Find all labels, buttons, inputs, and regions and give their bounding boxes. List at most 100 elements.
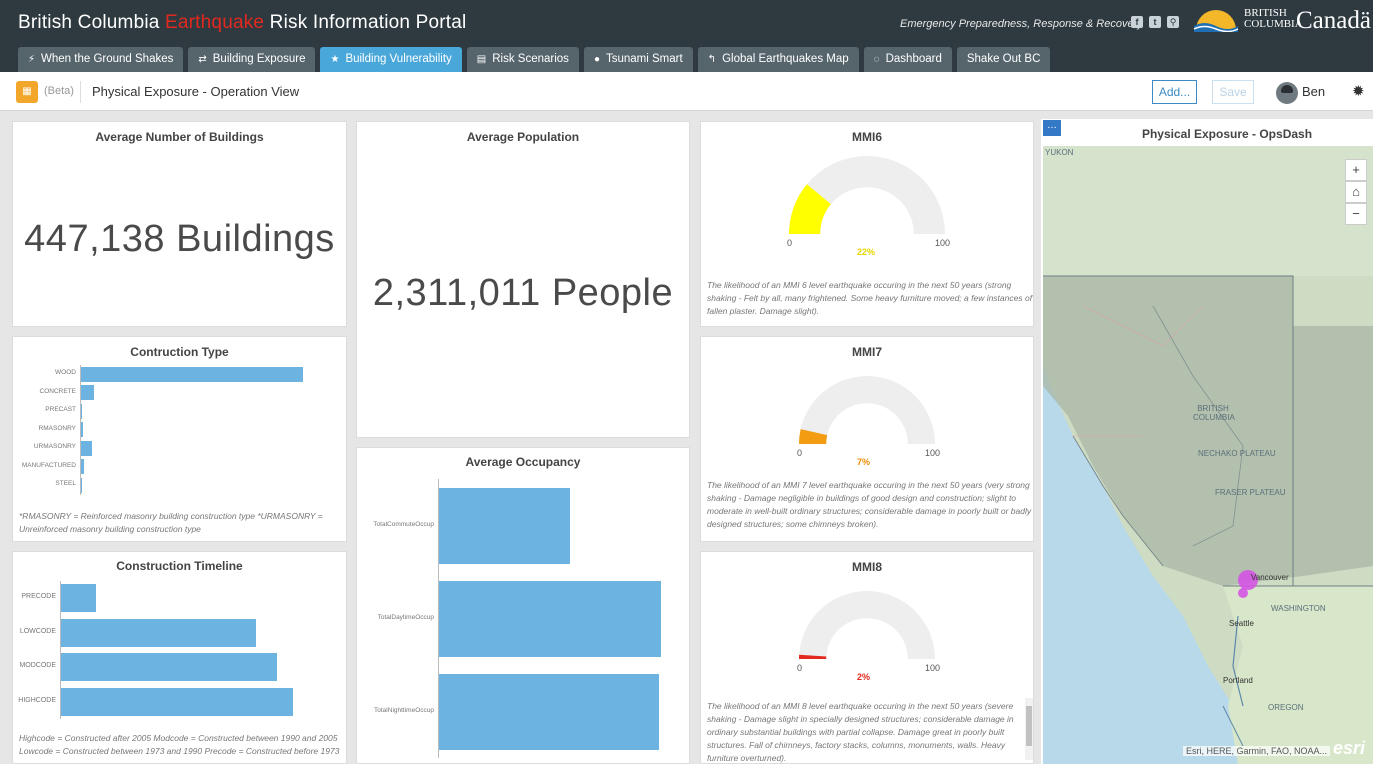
- settings-gear-icon[interactable]: ✹: [1352, 82, 1365, 100]
- app-toolbar: ▦ (Beta) Physical Exposure - Operation V…: [0, 72, 1373, 111]
- gauge-description: The likelihood of an MMI 7 level earthqu…: [707, 480, 1032, 529]
- tab-label: Shake Out BC: [966, 53, 1041, 65]
- gauge-track: [799, 591, 935, 659]
- user-name[interactable]: Ben: [1302, 84, 1325, 99]
- panel-title: Average Occupancy: [465, 455, 581, 469]
- esri-logo: esri: [1333, 738, 1366, 758]
- tab-when-the-ground-shakes[interactable]: ⚡ When the Ground Shakes: [18, 47, 184, 72]
- map-label-oregon: OREGON: [1268, 703, 1304, 712]
- bar-modcode[interactable]: [61, 653, 277, 682]
- toolbar-divider: [80, 81, 81, 103]
- map-label-washington: WASHINGTON: [1271, 604, 1326, 613]
- map-label-fraser-plateau: FRASER PLATEAU: [1215, 488, 1286, 497]
- panel-title: Contruction Type: [130, 345, 229, 359]
- tab-dashboard[interactable]: ◌ Dashboard: [863, 47, 952, 72]
- bc-sun-logo-icon: [1193, 10, 1239, 32]
- map-label-portland: Portland: [1223, 676, 1253, 685]
- tab-label: Tsunami Smart: [605, 53, 683, 65]
- bar-concrete[interactable]: [81, 385, 95, 401]
- map-attribution: Esri, HERE, Garmin, FAO, NOAA...: [1183, 746, 1331, 756]
- bar-totalcommuteoccup[interactable]: [439, 487, 570, 564]
- gauge-panel-mmi8: MMI8 0 100 2% The likelihood of an MMI 8 lev…: [700, 551, 1034, 764]
- bar-totalnighttimeoccup[interactable]: [439, 673, 659, 750]
- bar-label: LOWCODE: [19, 627, 56, 635]
- bar-totaldaytimeoccup[interactable]: [439, 580, 661, 657]
- tagline-link[interactable]: Emergency Preparedness, Response & Recov…: [900, 18, 1143, 30]
- gauge-min-label: 0: [797, 663, 803, 673]
- gov-name-line2: COLUMBIA: [1244, 18, 1303, 30]
- user-avatar[interactable]: [1276, 82, 1298, 104]
- zoom-in-button[interactable]: +: [1345, 159, 1367, 181]
- map-view[interactable]: YUKON BRITISH COLUMBIA NECHAKO PLATEAU F…: [1043, 146, 1373, 764]
- save-button[interactable]: Save: [1212, 80, 1254, 104]
- twitter-icon[interactable]: t: [1149, 16, 1161, 28]
- star-icon: ★: [330, 54, 340, 65]
- map-label-yukon: YUKON: [1045, 148, 1074, 157]
- signpost-icon: ↰: [707, 54, 717, 65]
- lightbulb-icon: ●: [593, 54, 600, 65]
- top-header-bar: British Columbia Earthquake Risk Informa…: [0, 0, 1373, 72]
- map-panel: … Physical Exposure - OpsDash YUKON BRIT…: [1041, 119, 1373, 764]
- tab-label: Global Earthquakes Map: [722, 53, 849, 65]
- bar-precode[interactable]: [61, 584, 97, 613]
- tab-label: Dashboard: [885, 53, 942, 65]
- bar-label: STEEL: [55, 480, 76, 488]
- bar-label: URMASONRY: [33, 443, 76, 451]
- bar-label: TotalNighttimeOccup: [374, 706, 434, 714]
- bar-manufactured[interactable]: [81, 459, 85, 475]
- gauge-max-label: 100: [925, 448, 941, 458]
- tab-tsunami-smart[interactable]: ● Tsunami Smart: [583, 47, 693, 72]
- bar-urmasonry[interactable]: [81, 440, 93, 456]
- bar-label: RMASONRY: [38, 424, 76, 432]
- home-extent-icon[interactable]: ⌂: [1345, 181, 1367, 203]
- add-button[interactable]: Add...: [1152, 80, 1197, 104]
- tab-shake-out-bc[interactable]: Shake Out BC: [956, 47, 1051, 72]
- share-link-icon[interactable]: ⚲: [1167, 16, 1179, 28]
- bar-label: PRECODE: [21, 593, 56, 601]
- map-label-vancouver: Vancouver: [1251, 573, 1289, 582]
- facebook-icon[interactable]: f: [1131, 16, 1143, 28]
- gauge-description: The likelihood of an MMI 8 level earthqu…: [707, 701, 1014, 763]
- gauge-min-label: 0: [787, 238, 793, 248]
- map-menu-button[interactable]: …: [1043, 120, 1061, 136]
- bar-rmasonry[interactable]: [81, 422, 84, 438]
- population-indicator-panel: Average Population 2,311,011 People: [356, 121, 690, 438]
- tab-label: Risk Scenarios: [492, 53, 569, 65]
- buildings-indicator-panel: Average Number of Buildings 447,138 Buil…: [12, 121, 347, 327]
- tab-risk-scenarios[interactable]: ▤ Risk Scenarios: [466, 47, 579, 72]
- bar-wood[interactable]: [81, 366, 303, 382]
- panel-scrollbar[interactable]: [1025, 698, 1033, 760]
- operations-dashboard-logo-icon: ▦: [16, 81, 38, 103]
- portal-title-part2: Risk Information Portal: [264, 12, 467, 33]
- bar-steel[interactable]: [81, 477, 83, 493]
- document-icon: ▤: [476, 54, 487, 65]
- gauge-value-label: 22%: [857, 247, 876, 257]
- gauge-panel-mmi7: MMI7 0 100 7% The likelihood of an MMI 7 lev…: [700, 336, 1034, 542]
- canada-wordmark: Canadä: [1296, 7, 1371, 34]
- portal-title-part1: British Columbia: [18, 12, 166, 33]
- bar-label: TotalDaytimeOccup: [377, 613, 434, 621]
- bar-highcode[interactable]: [61, 687, 293, 716]
- bar-label: PRECAST: [45, 406, 76, 414]
- portal-title-accent: Earthquake: [165, 12, 265, 33]
- gauge-value-label: 2%: [857, 672, 871, 682]
- bar-lowcode[interactable]: [61, 618, 256, 647]
- gauge-value-label: 7%: [857, 457, 871, 467]
- zoom-out-button[interactable]: −: [1345, 203, 1367, 225]
- bar-precast[interactable]: [81, 403, 83, 419]
- tab-label: Building Vulnerability: [345, 53, 452, 65]
- bar-label: TotalCommuteOccup: [373, 520, 434, 528]
- population-value: 2,311,011 People: [372, 272, 674, 314]
- scrollbar-thumb[interactable]: [1026, 706, 1032, 746]
- nav-tabs: ⚡ When the Ground Shakes ⇄ Building Exposur…: [18, 47, 1051, 72]
- tab-label: Building Exposure: [212, 53, 306, 65]
- gauge-min-label: 0: [797, 448, 803, 458]
- gauge-max-label: 100: [925, 663, 941, 673]
- tab-label: When the Ground Shakes: [41, 53, 174, 65]
- social-links: f t ⚲: [1131, 16, 1179, 28]
- gauge-mmi6: [789, 156, 945, 234]
- tab-building-exposure[interactable]: ⇄ Building Exposure: [188, 47, 316, 72]
- bar-label: WOOD: [55, 369, 76, 377]
- tab-global-earthquakes-map[interactable]: ↰ Global Earthquakes Map: [697, 47, 859, 72]
- tab-building-vulnerability[interactable]: ★ Building Vulnerability: [320, 47, 462, 72]
